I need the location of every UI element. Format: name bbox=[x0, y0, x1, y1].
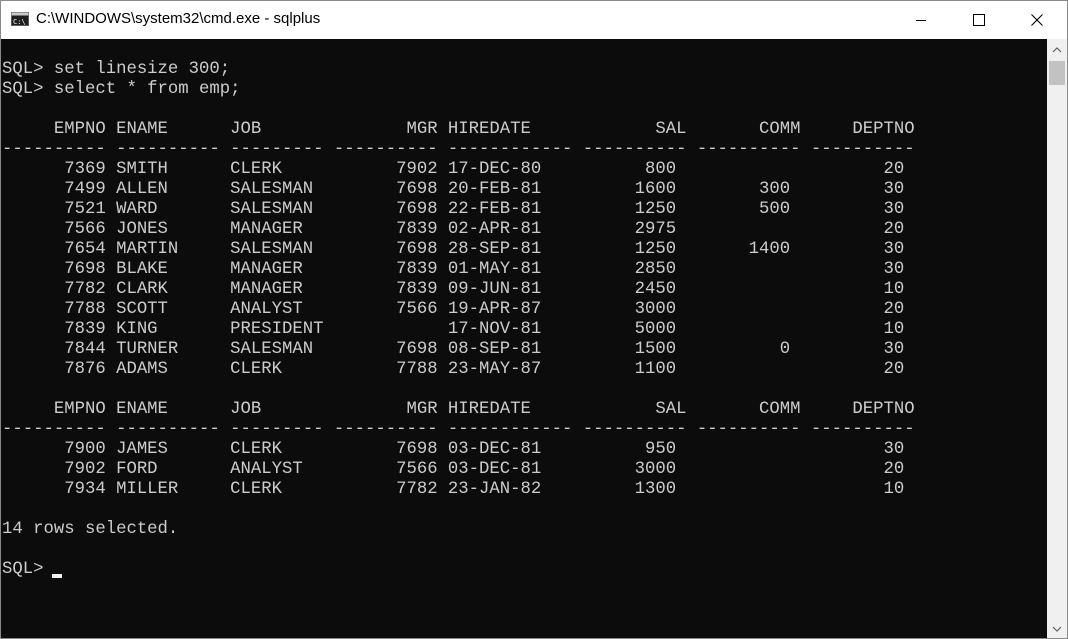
console-line: 7499 ALLEN SALESMAN 7698 20-FEB-81 1600 … bbox=[2, 180, 905, 199]
maximize-button[interactable] bbox=[956, 1, 1002, 39]
console-line: 7369 SMITH CLERK 7902 17-DEC-80 800 20 bbox=[2, 160, 905, 179]
console-line: 7698 BLAKE MANAGER 7839 01-MAY-81 2850 3… bbox=[2, 260, 905, 279]
console-line: 7839 KING PRESIDENT 17-NOV-81 5000 10 bbox=[2, 320, 905, 339]
title-bar[interactable]: C:\ C:\WINDOWS\system32\cmd.exe - sqlplu… bbox=[1, 1, 1067, 39]
console-line: 7934 MILLER CLERK 7782 23-JAN-82 1300 10 bbox=[2, 480, 905, 499]
console-line: 7902 FORD ANALYST 7566 03-DEC-81 3000 20 bbox=[2, 460, 905, 479]
console-line: ---------- ---------- --------- --------… bbox=[2, 420, 915, 439]
minimize-button[interactable] bbox=[898, 1, 944, 39]
cmd-app-icon: C:\ bbox=[11, 12, 29, 26]
console-line: EMPNO ENAME JOB MGR HIREDATE SAL COMM DE… bbox=[2, 120, 915, 139]
console-line: 7654 MARTIN SALESMAN 7698 28-SEP-81 1250… bbox=[2, 240, 905, 259]
cmd-window: C:\ C:\WINDOWS\system32\cmd.exe - sqlplu… bbox=[0, 0, 1068, 639]
console-line: SQL> select * from emp; bbox=[2, 80, 241, 99]
vertical-scrollbar[interactable] bbox=[1047, 39, 1067, 638]
console-line: ---------- ---------- --------- --------… bbox=[2, 140, 915, 159]
console-line: 7876 ADAMS CLERK 7788 23-MAY-87 1100 20 bbox=[2, 360, 905, 379]
console-line: 7788 SCOTT ANALYST 7566 19-APR-87 3000 2… bbox=[2, 300, 905, 319]
scroll-up-button[interactable] bbox=[1047, 39, 1067, 59]
scroll-down-arrow-icon bbox=[1052, 619, 1062, 637]
console-line: SQL> bbox=[2, 560, 54, 579]
minimize-icon bbox=[915, 14, 927, 26]
console-line: 7900 JAMES CLERK 7698 03-DEC-81 950 30 bbox=[2, 440, 905, 459]
console-line: 7782 CLARK MANAGER 7839 09-JUN-81 2450 1… bbox=[2, 280, 905, 299]
close-button[interactable] bbox=[1014, 1, 1060, 39]
svg-text:C:\: C:\ bbox=[13, 18, 26, 26]
scroll-thumb[interactable] bbox=[1049, 61, 1065, 85]
maximize-icon bbox=[973, 14, 985, 26]
text-cursor bbox=[52, 574, 62, 578]
scroll-down-button[interactable] bbox=[1047, 618, 1067, 638]
window-title: C:\WINDOWS\system32\cmd.exe - sqlplus bbox=[36, 10, 321, 27]
close-icon bbox=[1031, 14, 1043, 26]
console-text: SQL> set linesize 300; SQL> select * fro… bbox=[2, 60, 915, 580]
console-line: SQL> set linesize 300; bbox=[2, 60, 231, 79]
console-line: EMPNO ENAME JOB MGR HIREDATE SAL COMM DE… bbox=[2, 400, 915, 419]
console-line: 14 rows selected. bbox=[2, 520, 179, 539]
scroll-up-arrow-icon bbox=[1052, 40, 1062, 58]
console-line: 7521 WARD SALESMAN 7698 22-FEB-81 1250 5… bbox=[2, 200, 905, 219]
console-output-area[interactable]: SQL> set linesize 300; SQL> select * fro… bbox=[1, 39, 1047, 638]
console-line: 7566 JONES MANAGER 7839 02-APR-81 2975 2… bbox=[2, 220, 905, 239]
console-line: 7844 TURNER SALESMAN 7698 08-SEP-81 1500… bbox=[2, 340, 905, 359]
